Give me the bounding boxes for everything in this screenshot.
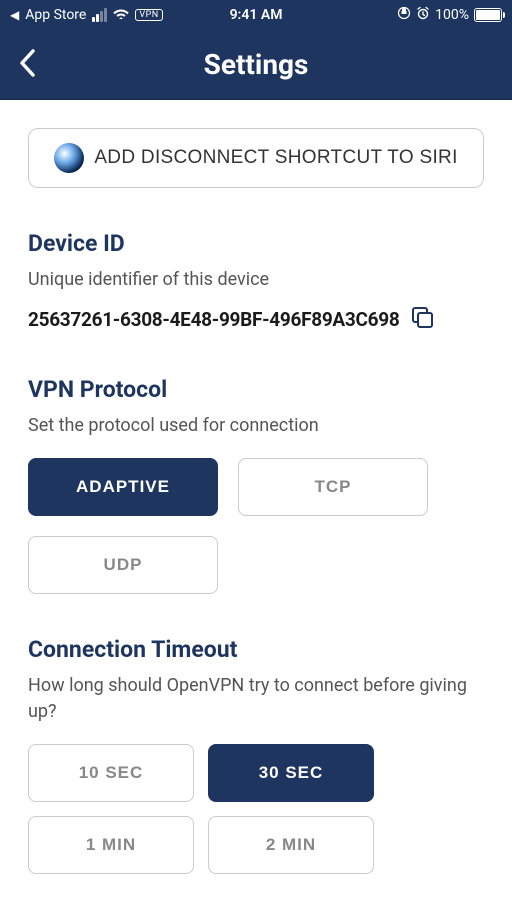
siri-icon [54,143,84,173]
siri-button-label: ADD DISCONNECT SHORTCUT TO SIRI [94,147,457,169]
page-title: Settings [204,48,309,81]
vpn-indicator: VPN [135,9,162,21]
copy-icon[interactable] [409,304,435,334]
content: ADD DISCONNECT SHORTCUT TO SIRI Device I… [0,100,512,902]
battery-pct: 100% [435,7,469,23]
cellular-signal-icon [92,8,107,22]
timeout-option-2min[interactable]: 2 MIN [208,816,374,874]
vpn-protocol-desc: Set the protocol used for connection [28,413,484,438]
timeout-options: 10 SEC 30 SEC 1 MIN 2 MIN [28,744,484,874]
device-id-desc: Unique identifier of this device [28,267,484,292]
alarm-icon [416,6,430,24]
protocol-options: ADAPTIVE TCP UDP [28,458,484,594]
protocol-option-adaptive[interactable]: ADAPTIVE [28,458,218,516]
back-to-app-label[interactable]: App Store [25,7,86,23]
orientation-lock-icon [397,6,411,24]
device-id-section: Device ID Unique identifier of this devi… [28,230,484,334]
device-id-value: 25637261-6308-4E48-99BF-496F89A3C698 [28,308,399,331]
timeout-option-10sec[interactable]: 10 SEC [28,744,194,802]
wifi-icon [113,7,129,23]
connection-timeout-heading: Connection Timeout [28,636,484,663]
status-bar: ◀ App Store VPN 9:41 AM 100% [0,0,512,30]
add-siri-shortcut-button[interactable]: ADD DISCONNECT SHORTCUT TO SIRI [28,128,484,188]
timeout-option-30sec[interactable]: 30 SEC [208,744,374,802]
connection-timeout-section: Connection Timeout How long should OpenV… [28,636,484,873]
nav-header: Settings [0,30,512,100]
device-id-heading: Device ID [28,230,484,257]
connection-timeout-desc: How long should OpenVPN try to connect b… [28,673,484,723]
protocol-option-tcp[interactable]: TCP [238,458,428,516]
timeout-option-1min[interactable]: 1 MIN [28,816,194,874]
protocol-option-udp[interactable]: UDP [28,536,218,594]
back-button[interactable] [18,48,36,82]
vpn-protocol-section: VPN Protocol Set the protocol used for c… [28,376,484,594]
vpn-protocol-heading: VPN Protocol [28,376,484,403]
clock: 9:41 AM [230,7,283,23]
battery-icon [474,8,502,22]
back-to-app-icon[interactable]: ◀ [10,8,19,22]
